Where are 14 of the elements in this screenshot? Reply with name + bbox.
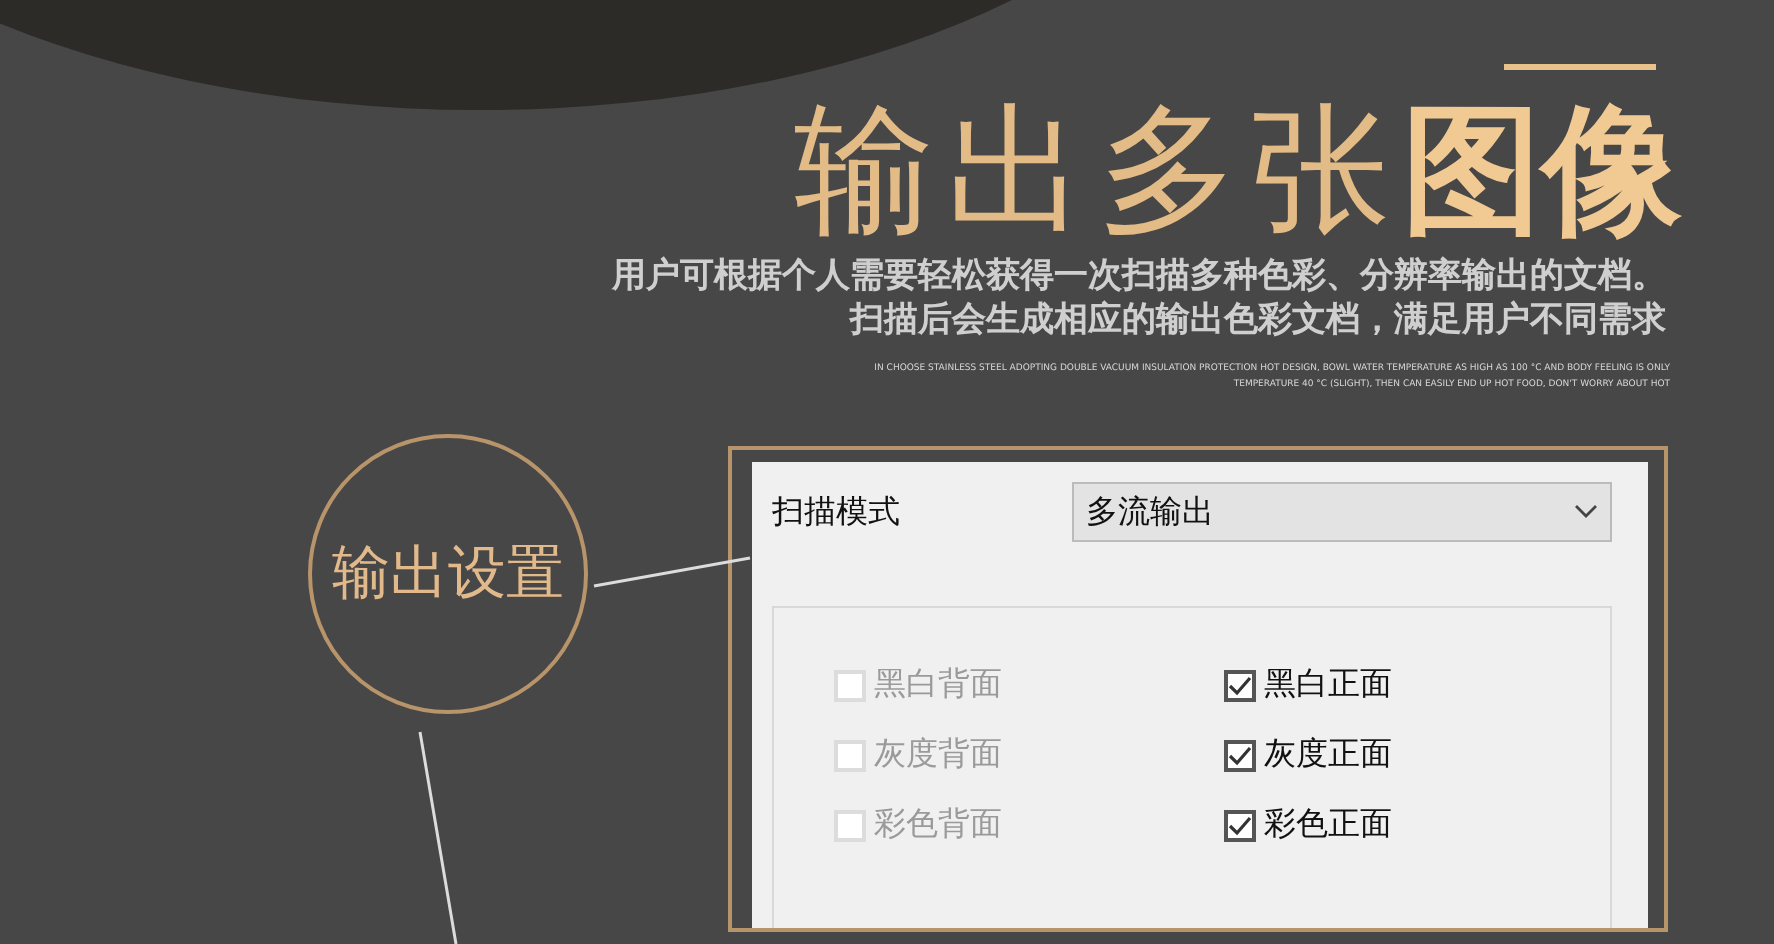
field-label: 扫描模式 bbox=[772, 491, 900, 533]
checkmark-icon bbox=[1228, 675, 1252, 695]
headline-emphasis: 图像 bbox=[1402, 86, 1682, 254]
checkmark-icon bbox=[1228, 745, 1252, 765]
subtitle-line: 扫描后会生成相应的输出色彩文档，满足用户不同需求 bbox=[850, 298, 1666, 342]
checkmark-icon bbox=[1228, 815, 1252, 835]
option-checkbox[interactable]: 黑白正面 bbox=[1224, 664, 1610, 706]
scan-mode-dropdown[interactable]: 多流输出 bbox=[1072, 482, 1612, 542]
callout-circle: 输出设置 bbox=[308, 434, 588, 714]
headline: 输出多张 bbox=[794, 86, 1402, 254]
option-checkbox[interactable]: 灰度正面 bbox=[1224, 734, 1610, 776]
subtitle-line: 用户可根据个人需要轻松获得一次扫描多种色彩、分辨率输出的文档。 bbox=[612, 254, 1666, 298]
chevron-down-icon bbox=[1574, 504, 1598, 520]
option-checkbox[interactable]: 彩色正面 bbox=[1224, 804, 1610, 846]
